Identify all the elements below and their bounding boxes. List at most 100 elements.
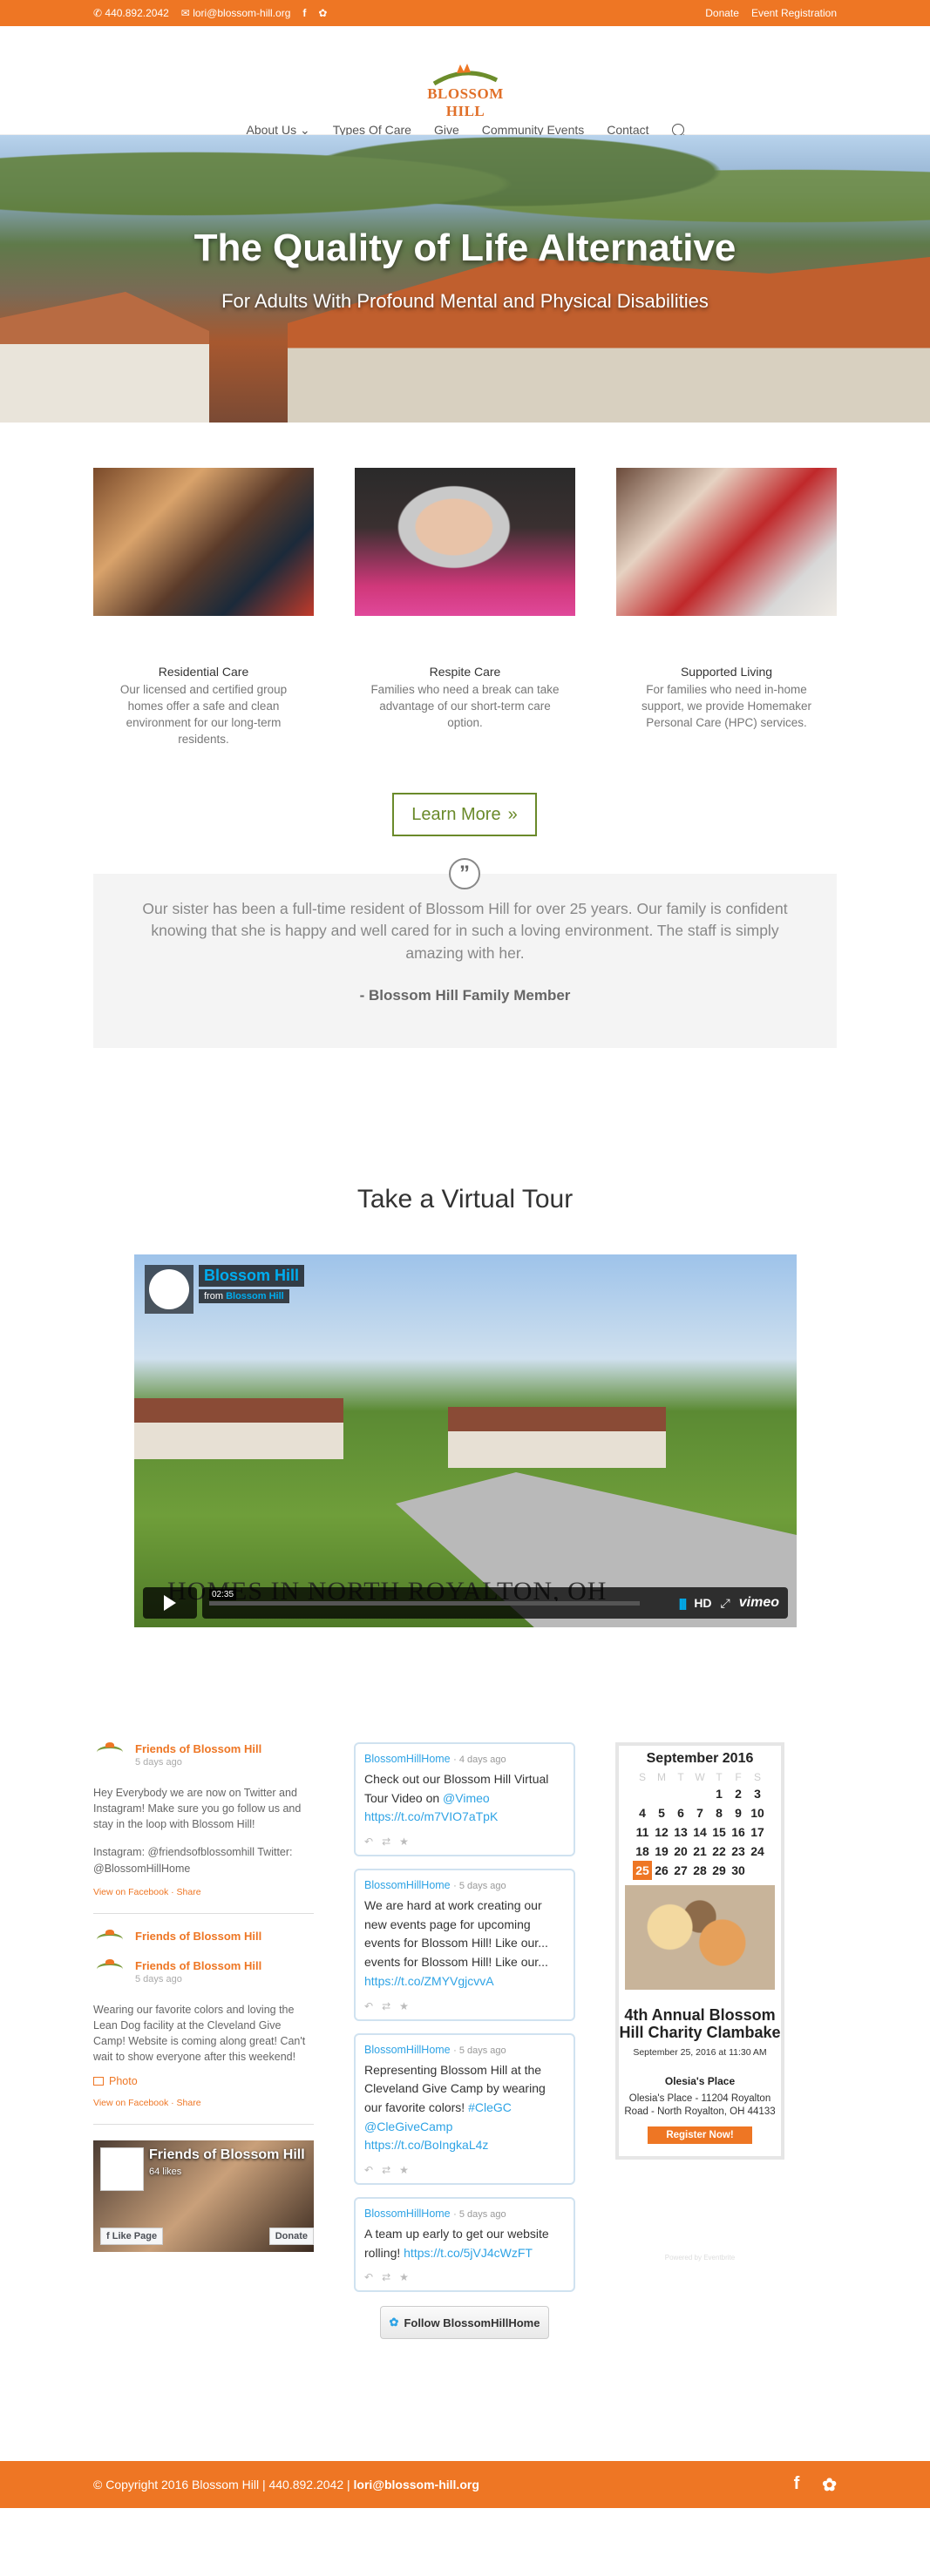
calendar-day[interactable]: 13: [671, 1822, 690, 1842]
calendar-day[interactable]: 18: [633, 1842, 652, 1861]
calendar-day[interactable]: 21: [690, 1842, 709, 1861]
retweet-icon[interactable]: ⇄: [382, 2000, 390, 2012]
calendar-day[interactable]: 2: [729, 1784, 748, 1803]
donate-link[interactable]: Donate: [705, 7, 739, 19]
calendar-day[interactable]: 14: [690, 1822, 709, 1842]
calendar-day[interactable]: 1: [709, 1784, 729, 1803]
calendar-day: [690, 1784, 709, 1803]
calendar-day[interactable]: 15: [709, 1822, 729, 1842]
retweet-icon[interactable]: ⇄: [382, 2271, 390, 2283]
fb-post-header: Friends of Blossom Hill 5 days ago: [93, 1958, 314, 1984]
blossom-logo-icon: [432, 64, 499, 86]
tour-video-player[interactable]: Blossom Hill from Blossom Hill HOMES IN …: [134, 1254, 797, 1627]
video-title[interactable]: Blossom Hill: [199, 1265, 305, 1287]
calendar-day[interactable]: 7: [690, 1803, 709, 1822]
event-date: September 25, 2016 at 11:30 AM: [633, 2046, 767, 2058]
care-supported-living: Supported Living For families who need i…: [616, 468, 837, 732]
fb-photo-link[interactable]: Photo: [93, 2075, 314, 2087]
fb-page-banner[interactable]: Friends of Blossom Hill 64 likes f Like …: [93, 2140, 314, 2253]
tweet-handle[interactable]: BlossomHillHome · 5 days ago: [364, 2044, 565, 2056]
calendar-day[interactable]: 3: [748, 1784, 767, 1803]
hero-banner: The Quality of Life Alternative For Adul…: [0, 135, 930, 423]
tweet-link[interactable]: https://t.co/ZMYVgjcvvA: [364, 1974, 494, 1988]
fb-like-page-button[interactable]: f Like Page: [100, 2228, 164, 2246]
calendar-day[interactable]: 22: [709, 1842, 729, 1861]
fb-page-name[interactable]: Friends of Blossom Hill: [135, 1742, 261, 1755]
fb-post-body: Instagram: @friendsofblossomhill Twitter…: [93, 1846, 293, 1875]
fb-post-links[interactable]: View on Facebook · Share: [93, 2098, 314, 2108]
fb-post-header: Friends of Blossom Hill 5 days ago: [93, 1742, 314, 1768]
hd-toggle[interactable]: HD: [694, 1596, 711, 1610]
calendar-day[interactable]: 16: [729, 1822, 748, 1842]
tweet-handle[interactable]: BlossomHillHome · 5 days ago: [364, 2208, 565, 2220]
twitter-icon[interactable]: ✿: [822, 2474, 837, 2496]
powered-by-eventbrite[interactable]: Powered by Eventbrite: [615, 2254, 784, 2262]
site-header: BLOSSOM HILL About Us ⌄ Types Of Care Gi…: [0, 26, 930, 137]
calendar-day[interactable]: 9: [729, 1803, 748, 1822]
care-types-section: Residential Care Our licensed and certif…: [0, 423, 930, 858]
fb-page-name[interactable]: Friends of Blossom Hill: [135, 1959, 261, 1972]
play-button[interactable]: [143, 1587, 197, 1619]
facebook-icon[interactable]: f: [794, 2474, 800, 2496]
calendar-day[interactable]: 17: [748, 1822, 767, 1842]
video-channel-logo[interactable]: [145, 1265, 193, 1314]
tweet-handle[interactable]: BlossomHillHome · 4 days ago: [364, 1753, 565, 1765]
fb-post-header: Friends of Blossom Hill: [93, 1929, 314, 1947]
calendar-day[interactable]: 19: [652, 1842, 671, 1861]
calendar-day[interactable]: 8: [709, 1803, 729, 1822]
tweet-actions: ↶ ⇄ ★: [364, 1836, 565, 1848]
calendar-day[interactable]: 12: [652, 1822, 671, 1842]
calendar-day[interactable]: 10: [748, 1803, 767, 1822]
calendar-day[interactable]: 20: [671, 1842, 690, 1861]
fb-post-body: Hey Everybody we are now on Twitter and …: [93, 1787, 302, 1831]
reply-icon[interactable]: ↶: [364, 2164, 373, 2176]
calendar-day[interactable]: 24: [748, 1842, 767, 1861]
calendar-day[interactable]: 5: [652, 1803, 671, 1822]
site-logo[interactable]: BLOSSOM HILL: [410, 61, 521, 119]
calendar-day[interactable]: 26: [652, 1861, 671, 1880]
register-now-button[interactable]: Register Now!: [648, 2126, 752, 2145]
favorite-icon[interactable]: ★: [399, 2164, 409, 2176]
search-icon[interactable]: [671, 124, 684, 136]
fb-donate-button[interactable]: Donate: [268, 2228, 314, 2246]
calendar-day[interactable]: 30: [729, 1861, 748, 1880]
calendar-day[interactable]: 28: [690, 1861, 709, 1880]
email-link[interactable]: ✉ lori@blossom-hill.org: [181, 7, 291, 19]
vimeo-logo[interactable]: vimeo: [739, 1595, 779, 1611]
follow-button[interactable]: ✿ Follow BlossomHillHome: [380, 2306, 549, 2340]
calendar-day[interactable]: 27: [671, 1861, 690, 1880]
calendar-day: [671, 1784, 690, 1803]
calendar-day[interactable]: 11: [633, 1822, 652, 1842]
calendar-day[interactable]: 6: [671, 1803, 690, 1822]
event-photo[interactable]: [625, 1885, 775, 1990]
reply-icon[interactable]: ↶: [364, 2271, 373, 2283]
calendar-day[interactable]: 4: [633, 1803, 652, 1822]
event-title[interactable]: 4th Annual Blossom Hill Charity Clambake: [619, 2006, 781, 2042]
favorite-icon[interactable]: ★: [399, 1836, 409, 1848]
reply-icon[interactable]: ↶: [364, 1836, 373, 1848]
fullscreen-icon[interactable]: ⤢: [721, 1596, 730, 1611]
twitter-icon[interactable]: ✿: [318, 7, 327, 19]
favorite-icon[interactable]: ★: [399, 2271, 409, 2283]
tweet-handle[interactable]: BlossomHillHome · 5 days ago: [364, 1879, 565, 1891]
fb-page-name[interactable]: Friends of Blossom Hill: [135, 1930, 261, 1943]
tweet-link[interactable]: https://t.co/5jVJ4cWzFT: [404, 2246, 533, 2260]
tweet-link[interactable]: https://t.co/m7VIO7aTpK: [364, 1809, 498, 1823]
footer-email-link[interactable]: lori@blossom-hill.org: [354, 2478, 479, 2491]
event-registration-link[interactable]: Event Registration: [751, 7, 837, 19]
calendar-day[interactable]: 23: [729, 1842, 748, 1861]
retweet-icon[interactable]: ⇄: [382, 2164, 390, 2176]
facebook-icon[interactable]: f: [302, 7, 306, 19]
phone-link[interactable]: ✆ 440.892.2042: [93, 7, 169, 19]
learn-more-button[interactable]: Learn More »: [392, 793, 537, 836]
calendar-day[interactable]: 25: [633, 1861, 652, 1880]
favorite-icon[interactable]: ★: [399, 2000, 409, 2012]
video-progress[interactable]: 02:35: [209, 1589, 640, 1606]
fb-page-banner-name[interactable]: Friends of Blossom Hill: [149, 2147, 305, 2163]
calendar-day[interactable]: 29: [709, 1861, 729, 1880]
tweet-link[interactable]: https://t.co/BoIngkaL4z: [364, 2138, 488, 2152]
reply-icon[interactable]: ↶: [364, 2000, 373, 2012]
retweet-icon[interactable]: ⇄: [382, 1836, 390, 1848]
volume-icon[interactable]: ||||: [679, 1596, 688, 1610]
fb-post-links[interactable]: View on Facebook · Share: [93, 1887, 314, 1897]
